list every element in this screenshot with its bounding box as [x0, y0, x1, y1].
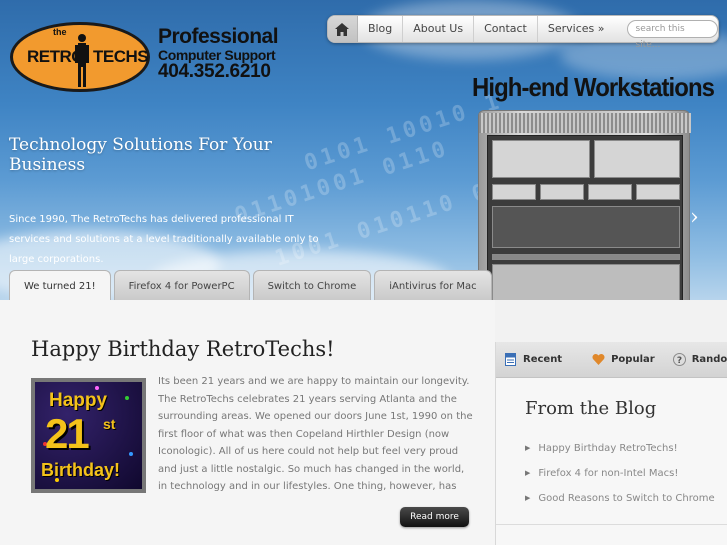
- tab-iantivirus-mac[interactable]: iAntivirus for Mac: [374, 270, 492, 300]
- heart-icon: [592, 353, 605, 365]
- sidebar-link[interactable]: Happy Birthday RetroTechs!: [538, 436, 677, 461]
- logo-tagline: Professional Computer Support 404.352.62…: [158, 25, 279, 82]
- sidebar-tab-popular[interactable]: Popular: [584, 353, 663, 366]
- list-item[interactable]: ▶ Good Reasons to Switch to Chrome: [525, 486, 715, 511]
- bullet-icon: ▶: [525, 444, 531, 452]
- sidebar-heading: From the Blog: [525, 398, 657, 419]
- logo-line-professional: Professional: [158, 25, 279, 48]
- list-item[interactable]: ▶ Happy Birthday RetroTechs!: [525, 436, 715, 461]
- image-text-st: st: [103, 416, 116, 432]
- man-silhouette-icon: [75, 34, 89, 87]
- tab-we-turned-21[interactable]: We turned 21!: [9, 270, 111, 300]
- sidebar-tab-popular-label: Popular: [611, 354, 655, 365]
- retrotechs-logo[interactable]: the RETRO TECHS Professional Computer Su…: [10, 20, 279, 94]
- hero-title: Technology Solutions For Your Business: [9, 135, 272, 175]
- nav-item-blog[interactable]: Blog: [358, 16, 404, 42]
- sidebar: Recent Popular ? Random From the Blog ▶ H…: [495, 342, 727, 545]
- tab-firefox-powerpc[interactable]: Firefox 4 for PowerPC: [113, 270, 250, 300]
- workstation-image[interactable]: [478, 110, 691, 300]
- sidebar-link[interactable]: Good Reasons to Switch to Chrome: [538, 486, 714, 511]
- nav-item-contact[interactable]: Contact: [474, 16, 538, 42]
- read-more-button[interactable]: Read more: [400, 507, 469, 527]
- logo-line-computer-support: Computer Support: [158, 47, 276, 63]
- sidebar-tab-recent-label: Recent: [523, 354, 563, 365]
- hero-banner: 01101001 0110 1001 010110 01 0101 10010 …: [0, 0, 727, 300]
- question-icon: ?: [672, 353, 686, 366]
- feature-tabs: We turned 21! Firefox 4 for PowerPC Swit…: [9, 270, 495, 300]
- sidebar-tab-random[interactable]: ? Random: [665, 353, 727, 366]
- list-item[interactable]: ▶ Firefox 4 for non-Intel Macs!: [525, 461, 715, 486]
- logo-the: the: [53, 27, 67, 37]
- nav-item-about[interactable]: About Us: [403, 16, 475, 42]
- svg-text:?: ?: [677, 356, 682, 366]
- image-text-21: 21: [45, 410, 90, 457]
- search-input[interactable]: search this site...: [626, 20, 718, 50]
- logo-techs: TECHS: [93, 47, 149, 66]
- nav-home-button[interactable]: [328, 16, 358, 42]
- divider: [496, 524, 727, 525]
- post-excerpt: Its been 21 years and we are happy to ma…: [158, 376, 473, 492]
- post-title[interactable]: Happy Birthday RetroTechs!: [31, 337, 335, 361]
- hero-description: Since 1990, The RetroTechs has delivered…: [9, 214, 319, 265]
- sidebar-post-list: ▶ Happy Birthday RetroTechs! ▶ Firefox 4 f…: [525, 436, 715, 511]
- bullet-icon: ▶: [525, 469, 531, 477]
- home-icon: [335, 22, 350, 36]
- logo-phone: 404.352.6210: [158, 61, 271, 82]
- image-text-happy: Happy: [49, 390, 108, 411]
- feature-title: High-end Workstations: [472, 72, 715, 102]
- sidebar-tab-recent[interactable]: Recent: [496, 353, 570, 366]
- sidebar-link[interactable]: Firefox 4 for non-Intel Macs!: [538, 461, 678, 486]
- main-nav: Blog About Us Contact Services » search …: [327, 15, 719, 50]
- nav-item-services[interactable]: Services »: [538, 16, 615, 42]
- sidebar-tabs: Recent Popular ? Random: [496, 342, 727, 378]
- birthday-image[interactable]: Happy 21 st Birthday!: [31, 378, 146, 493]
- sidebar-tab-random-label: Random: [691, 354, 727, 365]
- document-icon: [505, 353, 516, 366]
- logo-oval: the RETRO TECHS: [10, 22, 150, 92]
- image-text-birthday: Birthday!: [41, 460, 121, 480]
- tab-switch-chrome[interactable]: Switch to Chrome: [252, 270, 372, 300]
- bullet-icon: ▶: [525, 494, 531, 502]
- chevron-right-icon[interactable]: ›: [690, 205, 699, 230]
